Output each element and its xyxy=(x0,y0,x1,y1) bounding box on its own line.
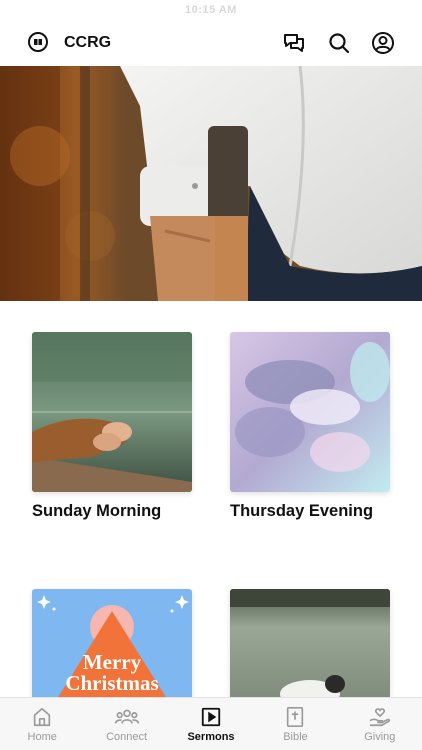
card-title[interactable]: Thursday Evening xyxy=(230,502,390,521)
profile-icon[interactable] xyxy=(371,31,395,55)
bible-icon xyxy=(287,707,304,727)
status-time: 10:15 AM xyxy=(185,4,237,16)
play-icon xyxy=(201,707,221,727)
tab-label: Sermons xyxy=(187,731,235,743)
tab-label: Home xyxy=(27,731,57,743)
card-thumbnail[interactable] xyxy=(230,332,390,492)
app-title[interactable]: CCRG xyxy=(64,34,111,52)
home-icon xyxy=(34,707,51,727)
church-logo-icon[interactable] xyxy=(28,32,48,52)
card-thumbnail[interactable] xyxy=(32,332,192,492)
tab-label: Giving xyxy=(364,731,396,743)
tab-giving[interactable]: Giving xyxy=(338,698,422,750)
tab-label: Bible xyxy=(283,731,308,743)
sermon-card-thursday-evening[interactable]: Thursday Evening xyxy=(230,332,390,521)
bottom-tab-bar: Home Connect Sermons Bible Giving xyxy=(0,697,422,750)
sermon-card-sunday-morning[interactable]: Sunday Morning xyxy=(32,332,192,521)
tab-label: Connect xyxy=(106,731,148,743)
chat-icon[interactable] xyxy=(282,31,306,55)
app-header: CCRG xyxy=(0,22,422,66)
search-icon[interactable] xyxy=(327,31,351,55)
sermon-card-lamb[interactable] xyxy=(230,589,390,699)
giving-icon xyxy=(369,708,390,727)
tab-connect[interactable]: Connect xyxy=(84,698,168,750)
sermon-card-christmas[interactable]: Merry Christmas xyxy=(32,589,192,699)
christmas-art-text: Christmas xyxy=(65,671,158,695)
card-title[interactable]: Sunday Morning xyxy=(32,502,192,521)
tab-sermons[interactable]: Sermons xyxy=(169,698,253,750)
card-thumbnail[interactable]: Merry Christmas xyxy=(32,589,192,699)
hero-image[interactable] xyxy=(0,66,422,301)
tab-bible[interactable]: Bible xyxy=(253,698,337,750)
people-icon xyxy=(114,709,139,724)
card-thumbnail[interactable] xyxy=(230,589,390,699)
tab-home[interactable]: Home xyxy=(0,698,84,750)
